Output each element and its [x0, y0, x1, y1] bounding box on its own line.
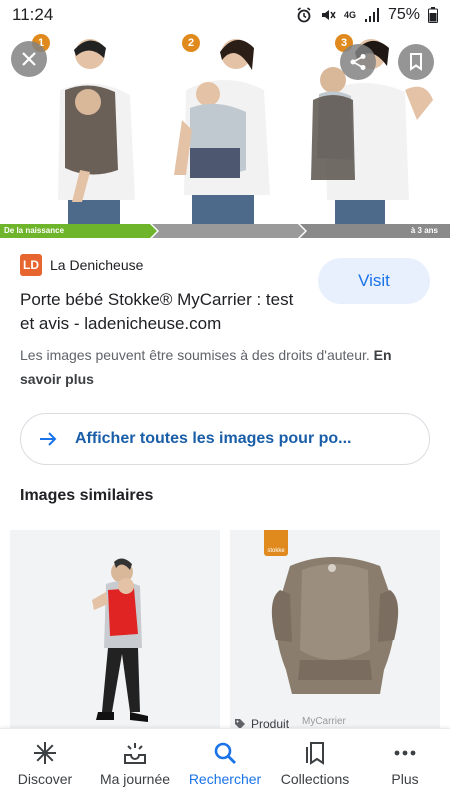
progress-label-start: De la naissance [4, 226, 65, 235]
arrow-right-icon [21, 431, 75, 447]
nav-collections[interactable]: Collections [270, 729, 360, 801]
source-name: La Denicheuse [50, 257, 144, 273]
status-time: 11:24 [12, 5, 54, 24]
all-images-label: Afficher toutes les images pour po... [75, 430, 352, 447]
search-icon [214, 742, 236, 764]
similar-image-2[interactable]: stokke MyCarrier Produit [230, 530, 440, 740]
age-progress-bar [0, 224, 450, 238]
bottom-navigation: Discover Ma journée Rechercher Collectio… [0, 728, 450, 801]
copyright-text: Les images peuvent être soumises à des d… [20, 347, 370, 363]
share-icon [350, 54, 366, 70]
stokke-badge: stokke [264, 530, 288, 556]
mute-icon [321, 10, 336, 20]
nav-discover[interactable]: Discover [0, 729, 90, 801]
signal-icon [364, 8, 379, 22]
progress-label-end: à 3 ans [410, 226, 438, 235]
visit-button[interactable]: Visit [318, 258, 430, 304]
copyright-notice: Les images peuvent être soumises à des d… [20, 343, 430, 391]
nav-plus[interactable]: Plus [360, 729, 450, 801]
save-button[interactable] [398, 44, 434, 80]
more-horiz-icon [394, 750, 416, 756]
bookmark-stack-icon [306, 742, 324, 765]
close-button[interactable] [11, 41, 47, 77]
nav-label: Discover [17, 771, 73, 787]
nav-label: Collections [280, 771, 350, 787]
nav-label: Plus [391, 771, 419, 787]
similar-image-1[interactable] [10, 530, 220, 740]
battery-icon [428, 7, 438, 23]
source-logo: LD [20, 254, 42, 276]
nav-label: Rechercher [188, 771, 262, 787]
step-number: 2 [182, 34, 200, 52]
nav-ma-journee[interactable]: Ma journée [90, 729, 180, 801]
inbox-sunrise-icon [124, 743, 146, 764]
status-bar: 11:24 4G 75% [0, 0, 450, 30]
status-icons: 4G 75% [296, 6, 438, 24]
carrier-photo-2: 2 [160, 30, 305, 225]
nav-rechercher[interactable]: Rechercher [180, 729, 270, 801]
bookmark-icon [410, 53, 422, 71]
nav-label: Ma journée [99, 771, 171, 787]
network-type: 4G [343, 10, 356, 20]
alarm-icon [297, 7, 311, 23]
close-icon [22, 52, 36, 66]
page-title[interactable]: Porte bébé Stokke® MyCarrier : test et a… [20, 288, 300, 336]
battery-percent: 75% [387, 6, 420, 23]
share-button[interactable] [340, 44, 376, 80]
hero-image[interactable]: 1 2 3 De la naissance à 3 ans [0, 30, 450, 238]
source-row[interactable]: LD La Denicheuse [20, 254, 143, 276]
badge-text: stokke [267, 548, 285, 554]
product-watermark: MyCarrier [302, 716, 346, 727]
all-images-button[interactable]: Afficher toutes les images pour po... [20, 413, 430, 465]
asterisk-icon [34, 742, 56, 764]
similar-images-heading: Images similaires [20, 487, 154, 504]
